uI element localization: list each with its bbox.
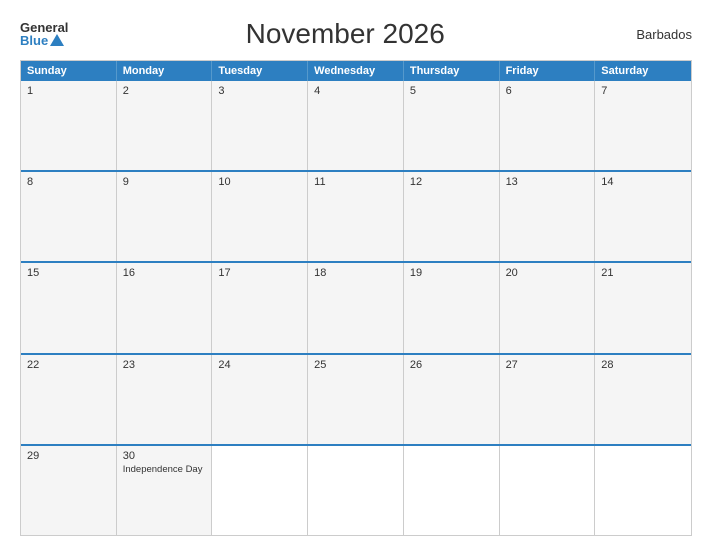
weeks-container: 1234567891011121314151617181920212223242… xyxy=(21,81,691,535)
day-cell: 17 xyxy=(212,263,308,352)
day-cell: 5 xyxy=(404,81,500,170)
day-number: 28 xyxy=(601,359,685,371)
day-cell: 22 xyxy=(21,355,117,444)
day-number: 19 xyxy=(410,267,493,279)
day-number: 23 xyxy=(123,359,206,371)
day-cell: 1 xyxy=(21,81,117,170)
week-row-4: 22 23 24 25 26 27 28 xyxy=(21,353,691,444)
day-cell: 2 xyxy=(117,81,213,170)
day-number: 29 xyxy=(27,450,110,462)
day-cell: 29 xyxy=(21,446,117,535)
day-cell: 4 xyxy=(308,81,404,170)
day-number: 11 xyxy=(314,176,397,188)
day-number: 7 xyxy=(601,85,685,97)
day-number: 14 xyxy=(601,176,685,188)
day-header-saturday: Saturday xyxy=(595,61,691,81)
day-cell: 25 xyxy=(308,355,404,444)
day-cell: 28 xyxy=(595,355,691,444)
calendar-title: November 2026 xyxy=(68,18,622,50)
day-cell: 24 xyxy=(212,355,308,444)
day-cell: 9 xyxy=(117,172,213,261)
day-cell: 19 xyxy=(404,263,500,352)
day-number: 18 xyxy=(314,267,397,279)
day-cell: 6 xyxy=(500,81,596,170)
day-cell: 7 xyxy=(595,81,691,170)
day-cell: 18 xyxy=(308,263,404,352)
day-number: 2 xyxy=(123,85,206,97)
day-header-monday: Monday xyxy=(117,61,213,81)
week-row-2: 8 9 10 11 12 13 14 xyxy=(21,170,691,261)
day-number: 10 xyxy=(218,176,301,188)
day-cell: 14 xyxy=(595,172,691,261)
day-cell xyxy=(404,446,500,535)
logo: General Blue xyxy=(20,21,68,47)
day-cell: 13 xyxy=(500,172,596,261)
day-number: 4 xyxy=(314,85,397,97)
logo-blue-text: Blue xyxy=(20,34,68,47)
day-event: Independence Day xyxy=(123,464,206,475)
header: General Blue November 2026 Barbados xyxy=(20,18,692,50)
day-number: 20 xyxy=(506,267,589,279)
day-headers-row: SundayMondayTuesdayWednesdayThursdayFrid… xyxy=(21,61,691,81)
logo-triangle-icon xyxy=(50,34,64,46)
day-number: 26 xyxy=(410,359,493,371)
day-header-tuesday: Tuesday xyxy=(212,61,308,81)
day-number: 9 xyxy=(123,176,206,188)
day-number: 5 xyxy=(410,85,493,97)
day-cell: 20 xyxy=(500,263,596,352)
day-number: 25 xyxy=(314,359,397,371)
day-cell: 27 xyxy=(500,355,596,444)
day-number: 1 xyxy=(27,85,110,97)
day-number: 8 xyxy=(27,176,110,188)
day-number: 21 xyxy=(601,267,685,279)
day-cell: 10 xyxy=(212,172,308,261)
day-cell xyxy=(500,446,596,535)
day-cell: 12 xyxy=(404,172,500,261)
day-cell: 26 xyxy=(404,355,500,444)
day-cell xyxy=(595,446,691,535)
day-header-friday: Friday xyxy=(500,61,596,81)
day-number: 15 xyxy=(27,267,110,279)
day-number: 13 xyxy=(506,176,589,188)
day-header-wednesday: Wednesday xyxy=(308,61,404,81)
day-cell xyxy=(308,446,404,535)
day-cell: 30 Independence Day xyxy=(117,446,213,535)
day-cell: 8 xyxy=(21,172,117,261)
calendar-page: General Blue November 2026 Barbados Sund… xyxy=(0,0,712,550)
calendar-grid: SundayMondayTuesdayWednesdayThursdayFrid… xyxy=(20,60,692,536)
day-number: 17 xyxy=(218,267,301,279)
day-cell: 11 xyxy=(308,172,404,261)
day-number: 24 xyxy=(218,359,301,371)
day-header-thursday: Thursday xyxy=(404,61,500,81)
day-cell xyxy=(212,446,308,535)
day-number: 30 xyxy=(123,450,206,462)
day-number: 12 xyxy=(410,176,493,188)
day-number: 6 xyxy=(506,85,589,97)
country-label: Barbados xyxy=(622,27,692,42)
day-cell: 21 xyxy=(595,263,691,352)
day-cell: 23 xyxy=(117,355,213,444)
week-row-1: 1234567 xyxy=(21,81,691,170)
day-header-sunday: Sunday xyxy=(21,61,117,81)
day-cell: 15 xyxy=(21,263,117,352)
day-number: 16 xyxy=(123,267,206,279)
week-row-3: 15 16 17 18 19 20 21 xyxy=(21,261,691,352)
week-row-5: 29 30 Independence Day xyxy=(21,444,691,535)
day-number: 22 xyxy=(27,359,110,371)
day-cell: 3 xyxy=(212,81,308,170)
day-cell: 16 xyxy=(117,263,213,352)
day-number: 27 xyxy=(506,359,589,371)
day-number: 3 xyxy=(218,85,301,97)
